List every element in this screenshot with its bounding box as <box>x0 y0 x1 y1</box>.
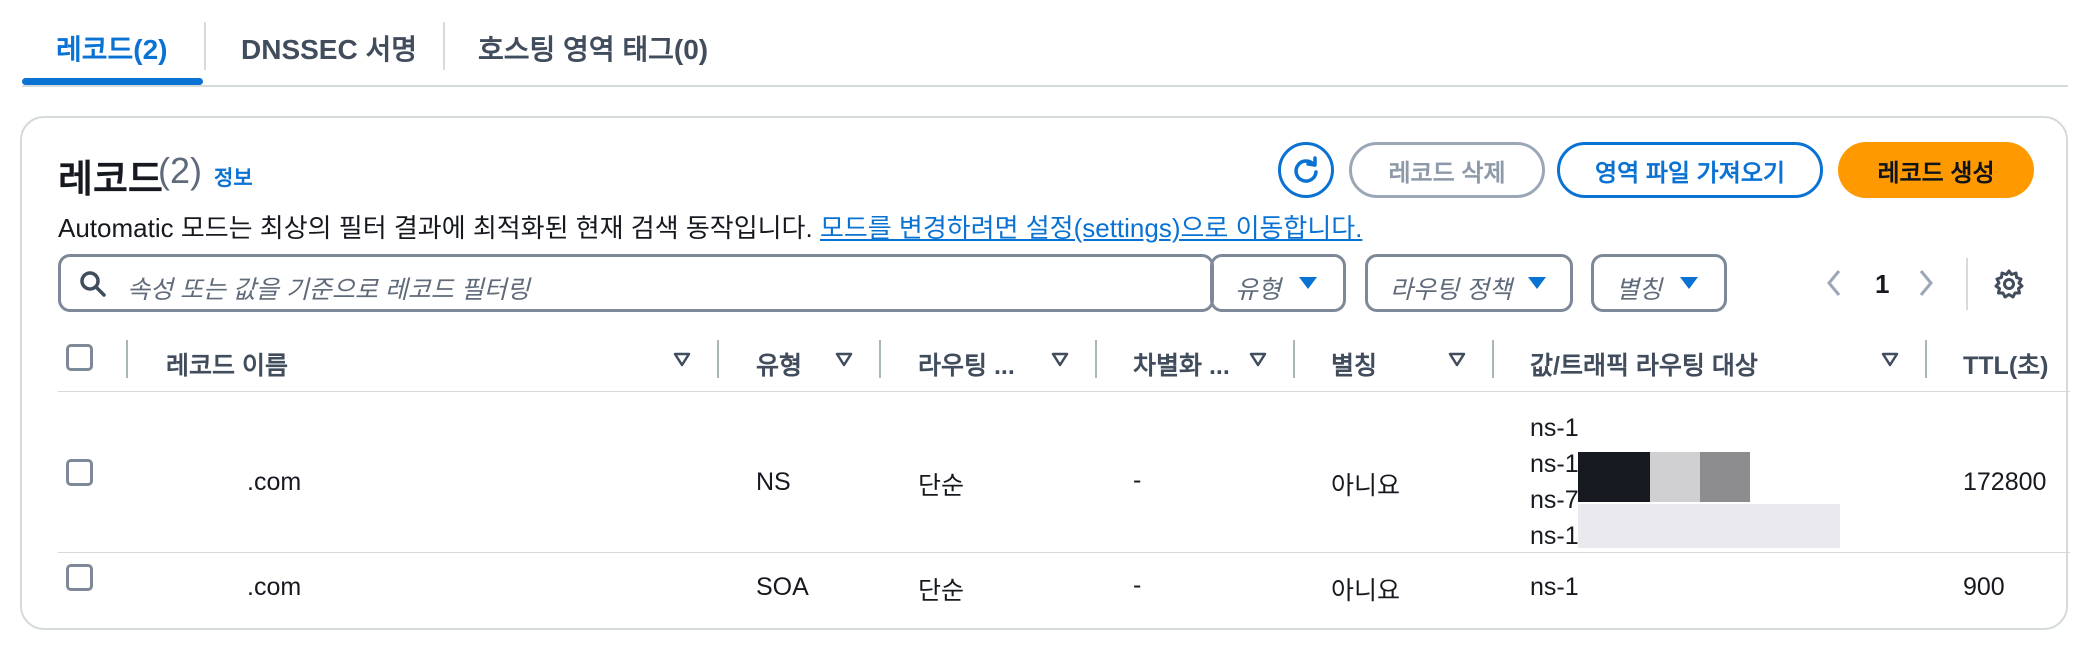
column-divider <box>1095 340 1097 378</box>
create-record-button[interactable]: 레코드 생성 <box>1838 142 2034 198</box>
alias-filter-label: 별칭 <box>1616 276 1663 304</box>
record-value-line: ns-1 <box>1530 414 1579 442</box>
sort-icon[interactable] <box>1248 349 1268 369</box>
column-header-differentiator[interactable]: 차별화 ... <box>1133 346 1230 382</box>
sort-icon[interactable] <box>1447 349 1467 369</box>
panel-title: 레코드 <box>58 159 163 201</box>
active-tab-indicator <box>22 78 203 85</box>
column-header-type[interactable]: 유형 <box>756 346 802 382</box>
record-ttl: 172800 <box>1963 468 2047 496</box>
record-value-line: ns-1 <box>1530 573 1579 601</box>
record-filter-input[interactable]: 속성 또는 값을 기준으로 레코드 필터링 <box>58 254 1214 312</box>
settings-link[interactable]: 모드를 변경하려면 설정(settings)으로 이동합니다. <box>820 213 1362 243</box>
caret-down-icon <box>1299 277 1317 289</box>
header-divider <box>58 391 2070 392</box>
tab-hosted-zone-tags[interactable]: 호스팅 영역 태그(0) <box>478 28 708 68</box>
record-name[interactable]: .com <box>247 573 301 602</box>
column-header-value[interactable]: 값/트래픽 라우팅 대상 <box>1530 346 1758 382</box>
redaction-block <box>1700 452 1750 502</box>
row-divider <box>58 552 2070 553</box>
column-divider <box>1492 340 1494 378</box>
tab-records[interactable]: 레코드(2) <box>56 28 168 68</box>
column-header-ttl[interactable]: TTL(초) <box>1963 346 2048 382</box>
row-checkbox[interactable] <box>66 564 93 591</box>
search-placeholder: 속성 또는 값을 기준으로 레코드 필터링 <box>127 276 530 304</box>
column-divider <box>126 340 128 378</box>
chevron-right-icon[interactable] <box>1916 268 1936 298</box>
record-ttl: 900 <box>1963 573 2005 601</box>
tab-bar: 레코드(2) DNSSEC 서명 호스팅 영역 태그(0) <box>22 0 2068 87</box>
routing-filter-label: 라우팅 정책 <box>1390 276 1512 304</box>
pager-divider <box>1966 258 1968 310</box>
refresh-icon <box>1294 156 1318 183</box>
record-value-line: ns-1 <box>1530 522 1579 550</box>
column-divider <box>1293 340 1295 378</box>
filter-mode-description: Automatic 모드는 최상의 필터 결과에 최적화된 현재 검색 동작입니… <box>58 208 1362 245</box>
tab-divider <box>204 22 206 70</box>
search-icon <box>80 271 106 297</box>
sort-icon[interactable] <box>1880 349 1900 369</box>
delete-record-button[interactable]: 레코드 삭제 <box>1349 142 1545 198</box>
record-alias: 아니요 <box>1331 577 1401 605</box>
record-routing: 단순 <box>918 577 965 605</box>
record-type: SOA <box>756 573 809 601</box>
record-routing: 단순 <box>918 472 965 500</box>
caret-down-icon <box>1680 277 1698 289</box>
sort-icon[interactable] <box>1050 349 1070 369</box>
caret-down-icon <box>1528 277 1546 289</box>
record-type: NS <box>756 468 791 496</box>
column-divider <box>879 340 881 378</box>
record-name[interactable]: .com <box>247 468 301 497</box>
info-link[interactable]: 정보 <box>214 162 253 192</box>
redaction-block <box>1650 452 1700 502</box>
sort-icon[interactable] <box>834 349 854 369</box>
redaction-block <box>1578 504 1840 548</box>
column-header-record-name[interactable]: 레코드 이름 <box>166 346 288 382</box>
type-filter-dropdown[interactable]: 유형 <box>1210 254 1346 312</box>
page-number[interactable]: 1 <box>1875 269 1889 300</box>
description-text: Automatic 모드는 최상의 필터 결과에 최적화된 현재 검색 동작입니… <box>58 213 813 243</box>
tab-dnssec[interactable]: DNSSEC 서명 <box>241 28 417 68</box>
column-header-alias[interactable]: 별칭 <box>1331 346 1377 382</box>
sort-icon[interactable] <box>672 349 692 369</box>
settings-gear-icon[interactable] <box>1994 269 2024 299</box>
chevron-left-icon[interactable] <box>1824 268 1844 298</box>
tab-divider <box>443 22 445 70</box>
record-value-line: ns-7 <box>1530 486 1579 514</box>
routing-policy-dropdown[interactable]: 라우팅 정책 <box>1365 254 1573 312</box>
select-all-checkbox[interactable] <box>66 344 93 371</box>
record-value-line: ns-1 <box>1530 450 1579 478</box>
row-checkbox[interactable] <box>66 459 93 486</box>
record-count: (2) <box>158 150 202 191</box>
record-differentiator: - <box>1133 466 1142 494</box>
record-alias: 아니요 <box>1331 472 1401 500</box>
record-differentiator: - <box>1133 571 1142 599</box>
column-header-routing-policy[interactable]: 라우팅 ... <box>918 346 1015 382</box>
column-divider <box>717 340 719 378</box>
column-divider <box>1925 340 1927 378</box>
redaction-block <box>1578 452 1650 502</box>
records-panel: 레코드 (2) 정보 Automatic 모드는 최상의 필터 결과에 최적화된… <box>20 116 2070 630</box>
import-zone-file-button[interactable]: 영역 파일 가져오기 <box>1557 142 1823 198</box>
type-filter-label: 유형 <box>1235 276 1282 304</box>
alias-filter-dropdown[interactable]: 별칭 <box>1591 254 1727 312</box>
refresh-button[interactable] <box>1278 142 1334 198</box>
